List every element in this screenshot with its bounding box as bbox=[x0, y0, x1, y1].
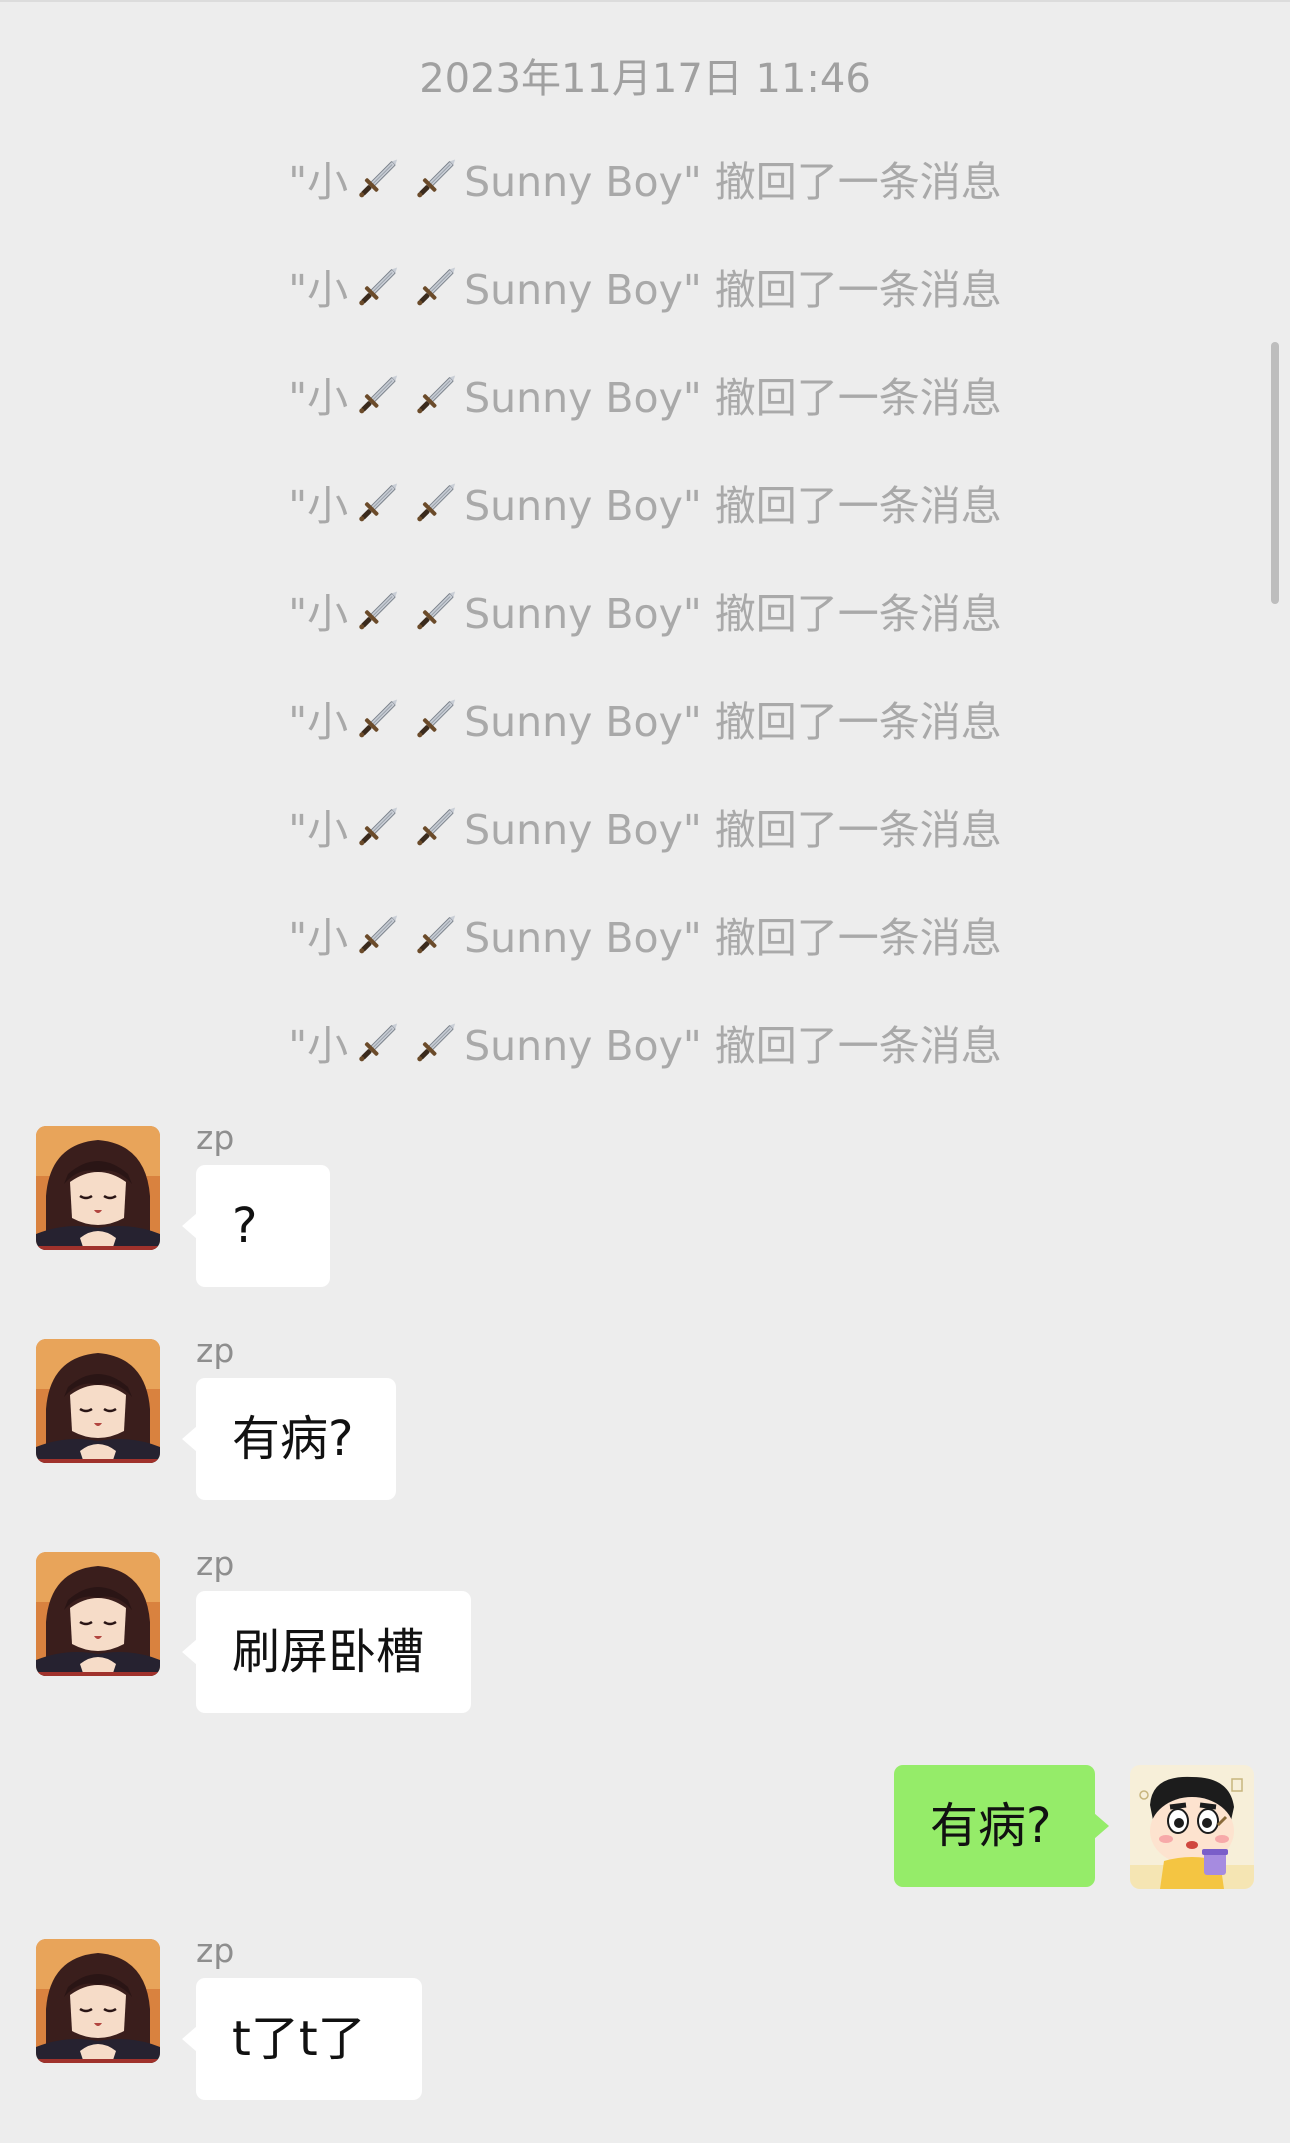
recall-suffix: Sunny Boy" 撤回了一条消息 bbox=[464, 482, 1002, 530]
recall-suffix: Sunny Boy" 撤回了一条消息 bbox=[464, 698, 1002, 746]
dagger-icon bbox=[352, 586, 402, 636]
outgoing-message-bubble[interactable]: 有病? bbox=[894, 1765, 1109, 1887]
recall-prefix: "小 bbox=[288, 482, 349, 530]
recall-notice: "小 Sunny Boy" 撤回了一条消息 bbox=[0, 1012, 1290, 1072]
recall-prefix: "小 bbox=[288, 158, 349, 206]
recall-prefix: "小 bbox=[288, 266, 349, 314]
my-avatar[interactable] bbox=[1130, 1765, 1254, 1889]
recall-notice: "小 Sunny Boy" 撤回了一条消息 bbox=[0, 364, 1290, 424]
top-divider bbox=[0, 0, 1290, 2]
sender-name: zp bbox=[196, 1544, 235, 1583]
recall-notice: "小 Sunny Boy" 撤回了一条消息 bbox=[0, 904, 1290, 964]
recall-suffix: Sunny Boy" 撤回了一条消息 bbox=[464, 158, 1002, 206]
dagger-icon bbox=[352, 478, 402, 528]
dagger-icon bbox=[410, 370, 460, 420]
recall-suffix: Sunny Boy" 撤回了一条消息 bbox=[464, 914, 1002, 962]
recall-prefix: "小 bbox=[288, 698, 349, 746]
dagger-icon bbox=[410, 910, 460, 960]
dagger-icon bbox=[352, 262, 402, 312]
dagger-icon bbox=[410, 802, 460, 852]
contact-avatar[interactable] bbox=[36, 1339, 160, 1463]
scrollbar[interactable] bbox=[1271, 342, 1279, 604]
recall-prefix: "小 bbox=[288, 914, 349, 962]
recall-notice: "小 Sunny Boy" 撤回了一条消息 bbox=[0, 148, 1290, 208]
dagger-icon bbox=[410, 154, 460, 204]
recall-suffix: Sunny Boy" 撤回了一条消息 bbox=[464, 374, 1002, 422]
chat-screen[interactable]: 2023年11月17日 11:46 "小 Sunny Boy" 撤回了一条消息 "小… bbox=[0, 0, 1290, 2143]
dagger-icon bbox=[352, 154, 402, 204]
message-bubble[interactable]: ? bbox=[182, 1165, 330, 1287]
recall-suffix: Sunny Boy" 撤回了一条消息 bbox=[464, 590, 1002, 638]
recall-prefix: "小 bbox=[288, 374, 349, 422]
dagger-icon bbox=[352, 910, 402, 960]
contact-avatar[interactable] bbox=[36, 1552, 160, 1676]
contact-avatar[interactable] bbox=[36, 1126, 160, 1250]
chat-timestamp: 2023年11月17日 11:46 bbox=[419, 56, 871, 102]
recall-prefix: "小 bbox=[288, 1022, 349, 1070]
recall-notice: "小 Sunny Boy" 撤回了一条消息 bbox=[0, 256, 1290, 316]
dagger-icon bbox=[410, 478, 460, 528]
dagger-icon bbox=[352, 370, 402, 420]
dagger-icon bbox=[410, 586, 460, 636]
dagger-icon bbox=[352, 802, 402, 852]
recall-suffix: Sunny Boy" 撤回了一条消息 bbox=[464, 806, 1002, 854]
recall-prefix: "小 bbox=[288, 806, 349, 854]
recall-notice: "小 Sunny Boy" 撤回了一条消息 bbox=[0, 796, 1290, 856]
contact-avatar[interactable] bbox=[36, 1939, 160, 2063]
recall-notice: "小 Sunny Boy" 撤回了一条消息 bbox=[0, 688, 1290, 748]
message-bubble[interactable]: 有病? bbox=[182, 1378, 396, 1500]
dagger-icon bbox=[410, 1018, 460, 1068]
recall-suffix: Sunny Boy" 撤回了一条消息 bbox=[464, 266, 1002, 314]
message-bubble[interactable]: 刷屏卧槽 bbox=[182, 1591, 471, 1713]
sender-name: zp bbox=[196, 1331, 235, 1370]
sender-name: zp bbox=[196, 1118, 235, 1157]
dagger-icon bbox=[352, 694, 402, 744]
recall-notice: "小 Sunny Boy" 撤回了一条消息 bbox=[0, 472, 1290, 532]
recall-suffix: Sunny Boy" 撤回了一条消息 bbox=[464, 1022, 1002, 1070]
dagger-icon bbox=[410, 694, 460, 744]
sender-name: zp bbox=[196, 1931, 235, 1970]
message-bubble[interactable]: t了t了 bbox=[182, 1978, 422, 2100]
recall-notice: "小 Sunny Boy" 撤回了一条消息 bbox=[0, 580, 1290, 640]
dagger-icon bbox=[352, 1018, 402, 1068]
dagger-icon bbox=[410, 262, 460, 312]
recall-prefix: "小 bbox=[288, 590, 349, 638]
